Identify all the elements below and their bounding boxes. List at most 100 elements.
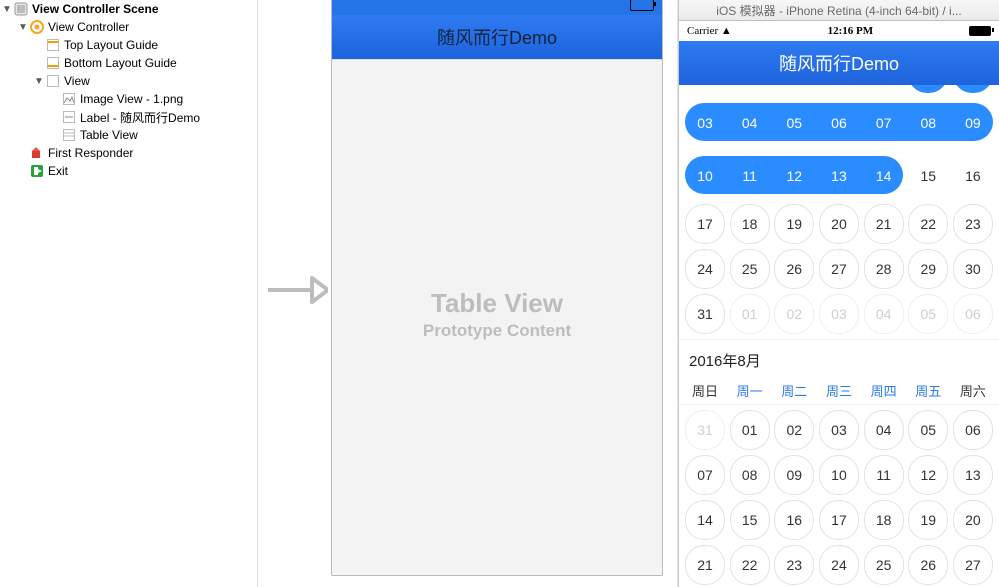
- day-cell-selected[interactable]: 01: [908, 85, 948, 93]
- day-cell[interactable]: 30: [953, 249, 993, 289]
- day-cell[interactable]: 09: [774, 455, 814, 495]
- day-cell[interactable]: 23: [774, 545, 814, 585]
- day-cell-other-month[interactable]: 02: [774, 294, 814, 334]
- outline-item-top-layout-guide[interactable]: Top Layout Guide: [0, 36, 257, 54]
- outline-item-tableview[interactable]: Table View: [0, 126, 257, 144]
- outline-item-first-responder[interactable]: First Responder: [0, 144, 257, 162]
- ib-device-frame[interactable]: 随风而行Demo Table View Prototype Content: [331, 0, 663, 576]
- day-cell[interactable]: 25: [864, 545, 904, 585]
- ib-tableview-placeholder[interactable]: Table View Prototype Content: [332, 59, 662, 569]
- ib-nav-title: 随风而行Demo: [332, 15, 662, 59]
- day-cell-selected[interactable]: 07: [864, 103, 904, 143]
- day-cell-selected[interactable]: 05: [774, 103, 814, 143]
- day-cell[interactable]: 12: [908, 455, 948, 495]
- calendar-row: 01 02: [679, 85, 999, 93]
- outline-item-view[interactable]: ▼ View: [0, 72, 257, 90]
- day-cell[interactable]: 31: [685, 294, 725, 334]
- disclosure-triangle-icon[interactable]: ▼: [34, 76, 44, 87]
- day-cell[interactable]: 11: [864, 455, 904, 495]
- weekday-label: 周三: [819, 381, 859, 400]
- day-cell[interactable]: 18: [730, 204, 770, 244]
- outline-item-imageview[interactable]: Image View - 1.png: [0, 90, 257, 108]
- outline-scene-header[interactable]: ▼ View Controller Scene: [0, 0, 257, 18]
- calendar-scrollview[interactable]: 01 02 03 04 05 06 07 08 09: [679, 85, 999, 587]
- day-cell-other-month[interactable]: 05: [908, 294, 948, 334]
- day-cell-other-month[interactable]: 03: [819, 294, 859, 334]
- outline-label: Bottom Layout Guide: [64, 56, 177, 70]
- day-cell[interactable]: 15: [908, 156, 948, 196]
- calendar-row: 17 18 19 20 21 22 23: [679, 204, 999, 244]
- day-cell[interactable]: 10: [819, 455, 859, 495]
- day-cell[interactable]: 13: [953, 455, 993, 495]
- calendar-row: 03 04 05 06 07 08 09: [679, 98, 999, 146]
- day-cell[interactable]: 16: [953, 156, 993, 196]
- day-cell[interactable]: 19: [774, 204, 814, 244]
- disclosure-triangle-icon[interactable]: ▼: [2, 4, 12, 15]
- day-cell[interactable]: 29: [908, 249, 948, 289]
- day-cell-selected[interactable]: 09: [953, 103, 993, 143]
- tableview-placeholder-line1: Table View: [431, 288, 563, 319]
- day-cell[interactable]: 19: [908, 500, 948, 540]
- day-cell[interactable]: 15: [730, 500, 770, 540]
- day-cell-selected[interactable]: 06: [819, 103, 859, 143]
- day-cell[interactable]: 27: [819, 249, 859, 289]
- disclosure-triangle-icon[interactable]: ▼: [18, 22, 28, 33]
- day-cell[interactable]: 21: [685, 545, 725, 585]
- day-cell-other-month[interactable]: 31: [685, 410, 725, 450]
- day-cell[interactable]: 18: [864, 500, 904, 540]
- day-cell[interactable]: 27: [953, 545, 993, 585]
- day-cell-selected[interactable]: 12: [774, 156, 814, 196]
- outline-item-label[interactable]: Label - 随风而行Demo: [0, 108, 257, 126]
- day-cell-selected[interactable]: 03: [685, 103, 725, 143]
- day-cell[interactable]: 24: [685, 249, 725, 289]
- day-cell[interactable]: 20: [953, 500, 993, 540]
- uilabel-icon: [62, 110, 76, 124]
- day-cell-other-month[interactable]: 06: [953, 294, 993, 334]
- day-cell[interactable]: 17: [819, 500, 859, 540]
- day-cell-selected[interactable]: 02: [953, 85, 993, 93]
- day-cell[interactable]: 16: [774, 500, 814, 540]
- day-cell-selected[interactable]: 08: [908, 103, 948, 143]
- outline-item-bottom-layout-guide[interactable]: Bottom Layout Guide: [0, 54, 257, 72]
- day-cell[interactable]: 28: [864, 249, 904, 289]
- day-cell[interactable]: 26: [774, 249, 814, 289]
- day-cell-other-month[interactable]: 01: [730, 294, 770, 334]
- day-cell-selected[interactable]: 13: [819, 156, 859, 196]
- month-header: 2016年8月: [679, 339, 999, 377]
- day-cell[interactable]: 24: [819, 545, 859, 585]
- outline-item-exit[interactable]: Exit: [0, 162, 257, 180]
- day-cell[interactable]: 04: [864, 410, 904, 450]
- calendar-row: 21 22 23 24 25 26 27: [679, 545, 999, 585]
- layout-guide-icon: [46, 56, 60, 70]
- outline-item-viewcontroller[interactable]: ▼ View Controller: [0, 18, 257, 36]
- day-cell[interactable]: 26: [908, 545, 948, 585]
- day-cell[interactable]: 17: [685, 204, 725, 244]
- day-cell[interactable]: 08: [730, 455, 770, 495]
- day-cell[interactable]: 21: [864, 204, 904, 244]
- day-cell[interactable]: 14: [685, 500, 725, 540]
- day-cell[interactable]: 20: [819, 204, 859, 244]
- day-cell-selected[interactable]: 14: [864, 156, 904, 196]
- weekday-label: 周二: [774, 381, 814, 400]
- outline-label: View Controller: [48, 20, 129, 34]
- interface-builder-canvas[interactable]: 随风而行Demo Table View Prototype Content: [258, 0, 678, 587]
- wifi-icon: ▲: [721, 25, 732, 37]
- day-cell-selected[interactable]: 10: [685, 156, 725, 196]
- day-cell-selected[interactable]: 04: [730, 103, 770, 143]
- outline-label: Label - 随风而行Demo: [80, 109, 200, 126]
- day-cell[interactable]: 22: [908, 204, 948, 244]
- day-cell[interactable]: 07: [685, 455, 725, 495]
- day-cell[interactable]: 23: [953, 204, 993, 244]
- day-cell-selected[interactable]: 11: [730, 156, 770, 196]
- day-cell[interactable]: 06: [953, 410, 993, 450]
- calendar-row: 24 25 26 27 28 29 30: [679, 249, 999, 289]
- day-cell[interactable]: 01: [730, 410, 770, 450]
- layout-guide-icon: [46, 38, 60, 52]
- day-cell[interactable]: 05: [908, 410, 948, 450]
- day-cell[interactable]: 22: [730, 545, 770, 585]
- viewcontroller-icon: [30, 20, 44, 34]
- day-cell[interactable]: 03: [819, 410, 859, 450]
- day-cell[interactable]: 02: [774, 410, 814, 450]
- day-cell-other-month[interactable]: 04: [864, 294, 904, 334]
- day-cell[interactable]: 25: [730, 249, 770, 289]
